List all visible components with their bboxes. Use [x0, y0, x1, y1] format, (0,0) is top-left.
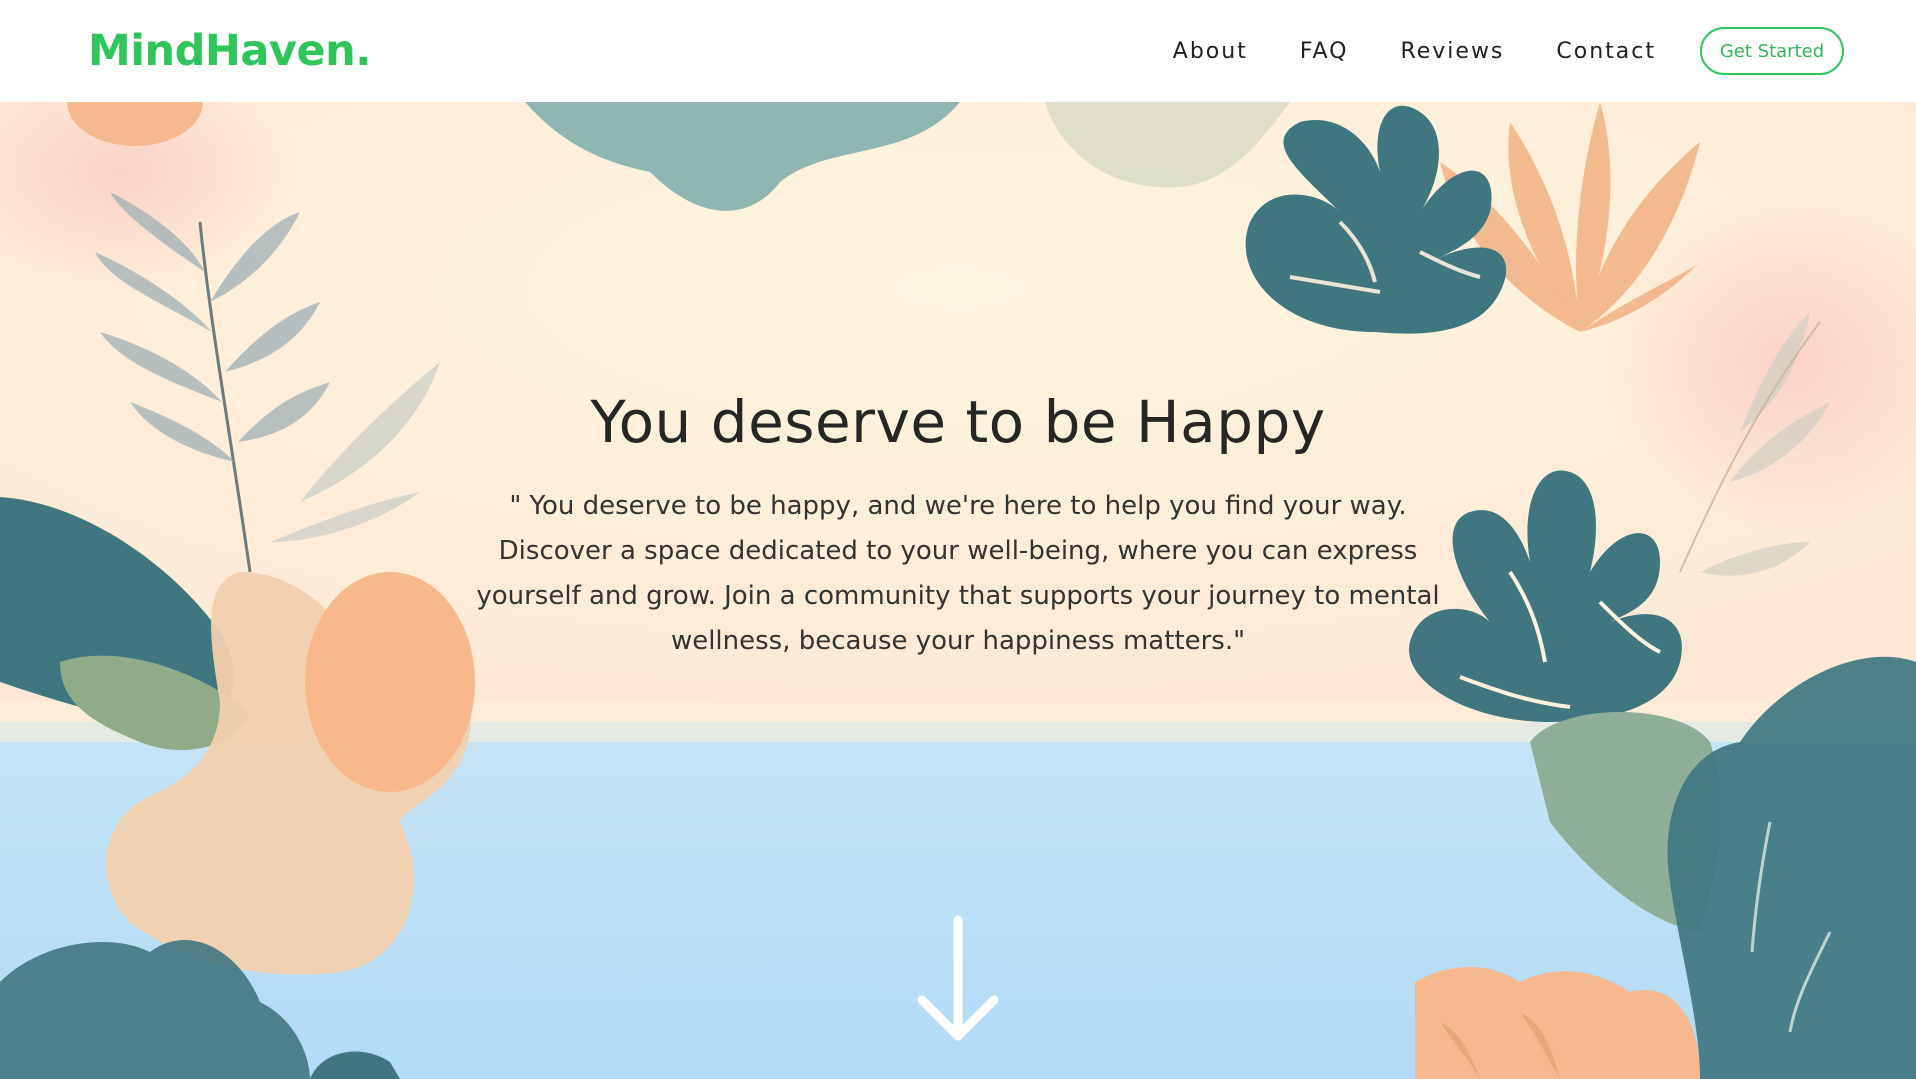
get-started-button[interactable]: Get Started	[1700, 27, 1844, 75]
hero-content: You deserve to be Happy " You deserve to…	[408, 388, 1508, 664]
nav-link-faq[interactable]: FAQ	[1300, 39, 1349, 64]
hero-section: You deserve to be Happy " You deserve to…	[0, 102, 1916, 1079]
arrow-down-icon[interactable]	[916, 914, 1000, 1046]
hero-title: You deserve to be Happy	[590, 388, 1326, 456]
nav-link-reviews[interactable]: Reviews	[1400, 39, 1504, 64]
logo[interactable]: MindHaven.	[88, 26, 372, 76]
navbar: MindHaven. About FAQ Reviews Contact Get…	[0, 0, 1916, 102]
nav-link-about[interactable]: About	[1173, 39, 1248, 64]
nav-link-contact[interactable]: Contact	[1556, 39, 1656, 64]
nav-links: About FAQ Reviews Contact Get Started	[1173, 27, 1844, 75]
hero-quote: " You deserve to be happy, and we're her…	[476, 491, 1440, 656]
